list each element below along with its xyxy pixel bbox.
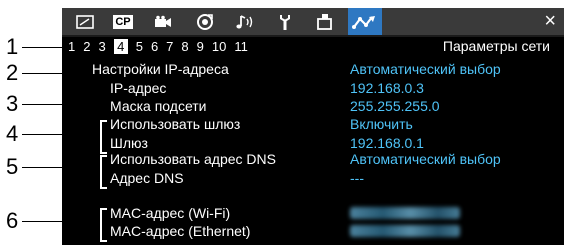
leader-line-3 bbox=[22, 104, 62, 105]
leader-line-6 bbox=[22, 221, 62, 222]
page-title: Параметры сети bbox=[442, 38, 550, 54]
setting-label: MAC-адрес (Wi-Fi) bbox=[110, 205, 231, 221]
setting-row-dns-address[interactable]: Адрес DNS --- bbox=[110, 170, 562, 186]
setting-row-use-dns[interactable]: Использовать адрес DNS Автоматический вы… bbox=[110, 151, 562, 167]
setting-row-mac-ethernet: MAC-адрес (Ethernet) bbox=[110, 223, 562, 239]
setting-label: Использовать шлюз bbox=[110, 116, 241, 132]
tab-cp[interactable]: CP bbox=[106, 8, 140, 35]
frame-icon bbox=[76, 14, 94, 29]
tab-audio[interactable] bbox=[228, 8, 262, 35]
tab-assistance[interactable] bbox=[188, 8, 222, 35]
callout-2: 2 bbox=[6, 60, 19, 85]
setting-label: Шлюз bbox=[110, 135, 148, 151]
setting-value: Автоматический выбор bbox=[350, 151, 501, 167]
setting-row-ip-address[interactable]: IP-адрес 192.168.0.3 bbox=[110, 80, 562, 96]
setting-label: Адрес DNS bbox=[110, 170, 184, 186]
page-number[interactable]: 9 bbox=[197, 39, 204, 54]
group-bracket-mac bbox=[100, 208, 107, 242]
setting-row-use-gateway[interactable]: Использовать шлюз Включить bbox=[110, 116, 562, 132]
callout-4: 4 bbox=[6, 121, 19, 146]
camera-icon bbox=[155, 15, 171, 27]
setting-value: 192.168.0.1 bbox=[350, 135, 424, 151]
setting-row-subnet-mask[interactable]: Маска подсети 255.255.255.0 bbox=[110, 98, 562, 114]
tab-network[interactable] bbox=[348, 8, 382, 35]
page-number[interactable]: 1 bbox=[68, 39, 75, 54]
page-number-current[interactable]: 4 bbox=[113, 39, 128, 54]
tab-monitor[interactable] bbox=[308, 8, 342, 35]
mac-value-obscured bbox=[350, 207, 460, 219]
page-number[interactable]: 11 bbox=[234, 39, 248, 54]
setting-value: Автоматический выбор bbox=[350, 61, 501, 77]
mac-value-obscured bbox=[350, 225, 460, 237]
page-number[interactable]: 10 bbox=[212, 39, 226, 54]
group-bracket-dns bbox=[100, 155, 107, 189]
setting-value: Включить bbox=[350, 116, 413, 132]
monitor-icon bbox=[317, 13, 332, 30]
callout-5: 5 bbox=[6, 154, 19, 179]
network-settings-screen: CP × 1 2 3 4 5 6 7 8 9 10 11 Параметры сети Настро… bbox=[62, 8, 564, 245]
tab-setup[interactable] bbox=[268, 8, 302, 35]
setting-value: 255.255.255.0 bbox=[350, 98, 440, 114]
setting-row-ip-settings[interactable]: Настройки IP-адреса Автоматический выбор bbox=[92, 61, 562, 77]
setting-label: IP-адрес bbox=[110, 80, 167, 96]
cp-icon: CP bbox=[113, 14, 133, 29]
setting-label: MAC-адрес (Ethernet) bbox=[110, 223, 251, 239]
tab-frame[interactable] bbox=[68, 8, 102, 35]
setting-label: Настройки IP-адреса bbox=[92, 61, 229, 77]
group-bracket-gateway bbox=[100, 120, 107, 154]
setting-value: --- bbox=[350, 170, 364, 186]
leader-line-5 bbox=[22, 167, 62, 168]
page-number[interactable]: 7 bbox=[166, 39, 173, 54]
page-number[interactable]: 2 bbox=[83, 39, 90, 54]
page-number[interactable]: 8 bbox=[181, 39, 188, 54]
leader-line-1 bbox=[22, 47, 62, 48]
page-number-strip: 1 2 3 4 5 6 7 8 9 10 11 bbox=[68, 39, 256, 59]
assistance-icon bbox=[197, 13, 213, 30]
setting-label: Использовать адрес DNS bbox=[110, 151, 276, 167]
page-number[interactable]: 3 bbox=[98, 39, 105, 54]
leader-line-4 bbox=[22, 134, 62, 135]
callout-6: 6 bbox=[6, 208, 19, 233]
menu-tab-bar: CP × bbox=[62, 8, 564, 37]
page-number[interactable]: 5 bbox=[136, 39, 143, 54]
page-number[interactable]: 6 bbox=[151, 39, 158, 54]
close-icon[interactable]: × bbox=[544, 10, 556, 32]
callout-3: 3 bbox=[6, 91, 19, 116]
network-icon bbox=[352, 15, 375, 29]
setting-label: Маска подсети bbox=[110, 98, 207, 114]
wrench-icon bbox=[280, 14, 290, 30]
setting-row-gateway[interactable]: Шлюз 192.168.0.1 bbox=[110, 135, 562, 151]
setting-row-mac-wifi: MAC-адрес (Wi-Fi) bbox=[110, 205, 562, 221]
setting-value: 192.168.0.3 bbox=[350, 80, 424, 96]
tab-camera[interactable] bbox=[146, 8, 180, 35]
leader-line-2 bbox=[22, 73, 62, 74]
callout-1: 1 bbox=[6, 34, 19, 59]
audio-icon bbox=[236, 14, 253, 28]
